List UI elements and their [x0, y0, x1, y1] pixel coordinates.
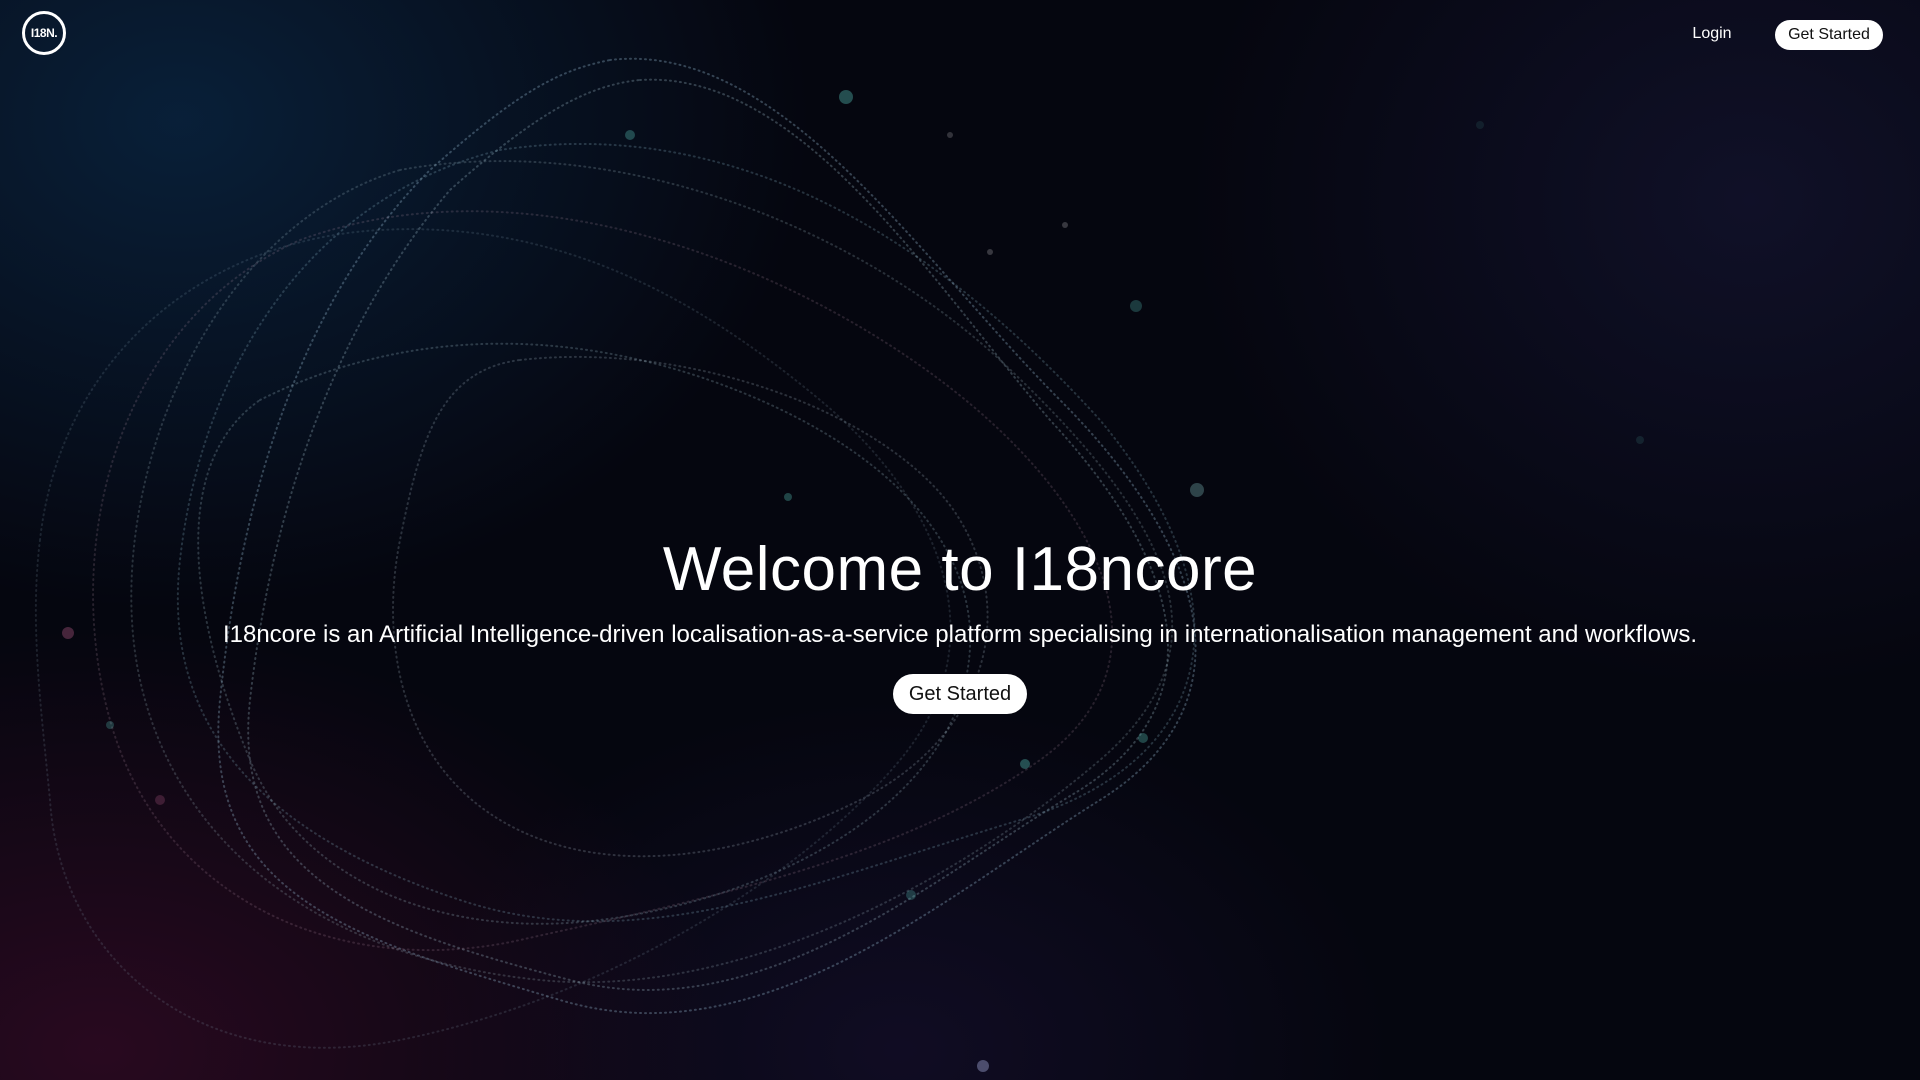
- hero-get-started-button[interactable]: Get Started: [892, 674, 1028, 714]
- hero-subtitle: I18ncore is an Artificial Intelligence-d…: [222, 621, 1698, 648]
- top-navigation: I18N. Login Get Started: [0, 0, 1920, 70]
- nav-get-started-button[interactable]: Get Started: [1775, 20, 1883, 50]
- brand-logo[interactable]: I18N.: [22, 11, 66, 55]
- login-link[interactable]: Login: [1676, 22, 1748, 46]
- landing-page: I18N. Login Get Started Welcome to I18nc…: [0, 0, 1920, 1080]
- hero-section: Welcome to I18ncore I18ncore is an Artif…: [0, 530, 1920, 714]
- hero-title: Welcome to I18ncore: [662, 535, 1258, 604]
